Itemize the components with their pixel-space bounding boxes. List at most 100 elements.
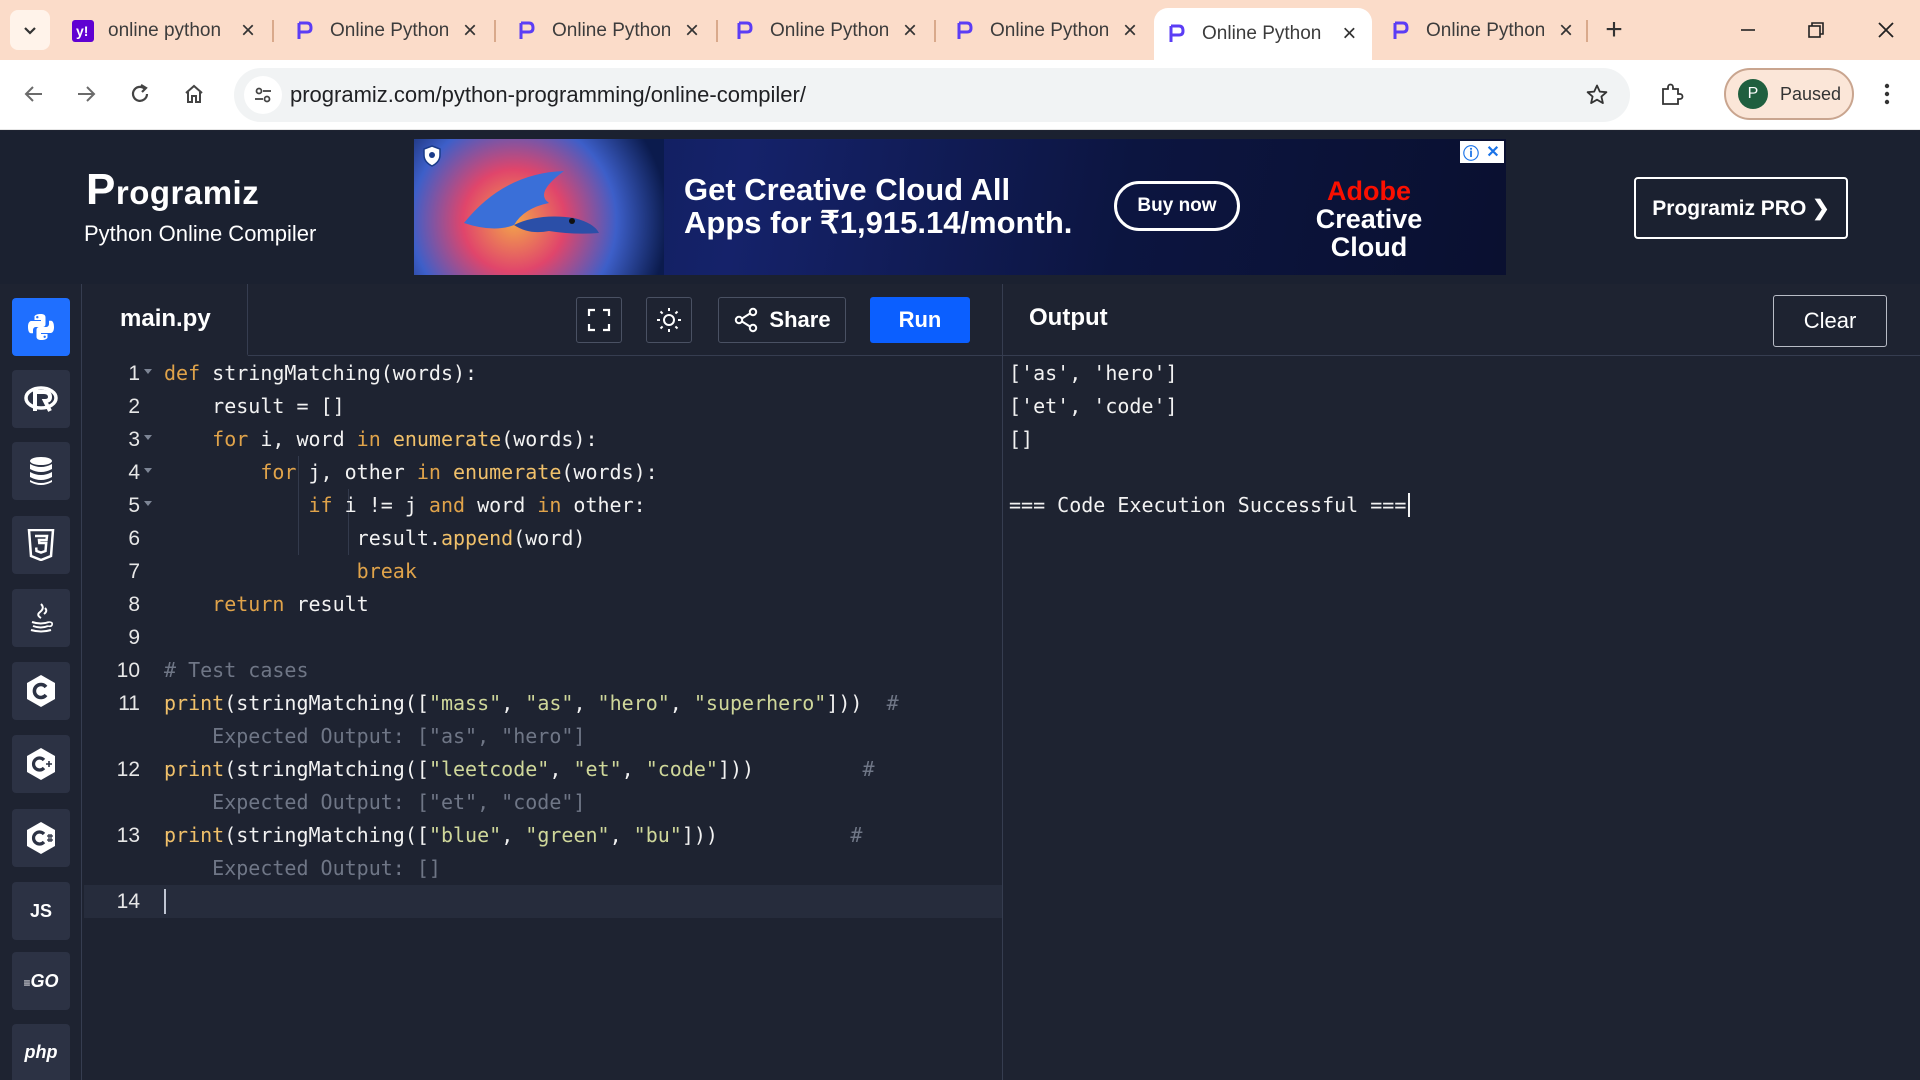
fold-arrow-icon[interactable] — [144, 369, 152, 374]
sidebar-item-python[interactable] — [12, 298, 70, 356]
arrow-right-icon — [78, 86, 96, 102]
sidebar-item-sql[interactable] — [12, 442, 70, 500]
sidebar-item-html[interactable] — [12, 516, 70, 574]
browser-tab-5[interactable]: Online Python × — [942, 8, 1152, 54]
close-tab-icon[interactable]: × — [682, 17, 702, 44]
browser-menu-button[interactable] — [1872, 74, 1902, 114]
close-tab-icon[interactable]: × — [238, 17, 258, 44]
fullscreen-button[interactable] — [576, 297, 622, 343]
share-button[interactable]: Share — [718, 297, 846, 343]
programiz-icon — [954, 20, 976, 42]
advertisement-banner[interactable]: Get Creative Cloud All Apps for ₹1,915.1… — [414, 139, 1506, 275]
code-line-14-active: 14 — [84, 885, 1002, 918]
tab-title: Online Python — [330, 20, 449, 41]
close-tab-icon[interactable]: × — [1120, 17, 1140, 44]
arrow-left-icon — [24, 86, 42, 102]
code-line-13-wrap: Expected Output: [] — [164, 856, 441, 880]
sun-icon — [657, 308, 681, 332]
tab-separator — [272, 20, 274, 42]
ad-info-icon[interactable]: ⓘ — [1460, 141, 1482, 163]
back-button[interactable] — [14, 74, 54, 114]
fold-arrow-icon[interactable] — [144, 501, 152, 506]
sidebar-item-r[interactable] — [12, 370, 70, 428]
editor-toolbar: main.py Share Run — [84, 284, 1002, 356]
tab-title: online python — [108, 20, 222, 41]
sidebar-item-cpp[interactable] — [12, 735, 70, 793]
run-button[interactable]: Run — [870, 297, 970, 343]
output-console[interactable]: ['as', 'hero'] ['et', 'code'] [] === Cod… — [1003, 357, 1920, 1080]
clear-button[interactable]: Clear — [1773, 295, 1887, 347]
sidebar-item-c[interactable] — [12, 662, 70, 720]
text-cursor — [164, 889, 166, 914]
site-info-button[interactable] — [244, 76, 282, 114]
programiz-logo[interactable]: Programiz — [86, 165, 259, 215]
programiz-icon — [1390, 20, 1412, 42]
extensions-button[interactable] — [1652, 74, 1692, 114]
home-button[interactable] — [174, 74, 214, 114]
output-header: Output Clear — [1003, 284, 1920, 356]
profile-button[interactable]: P Paused — [1724, 68, 1854, 120]
forward-button[interactable] — [66, 74, 106, 114]
tab-search-button[interactable] — [10, 10, 50, 50]
ad-controls: ⓘ ✕ — [1460, 141, 1504, 163]
tab-title: Online Python — [1426, 20, 1545, 41]
restore-button[interactable] — [1790, 8, 1842, 52]
reload-button[interactable] — [120, 74, 160, 114]
fullscreen-icon — [587, 308, 611, 332]
address-bar[interactable]: programiz.com/python-programming/online-… — [234, 68, 1630, 122]
database-icon — [30, 457, 52, 485]
file-tab-main[interactable]: main.py — [84, 284, 248, 356]
ad-close-icon[interactable]: ✕ — [1482, 141, 1504, 163]
browser-tab-2[interactable]: Online Python × — [282, 8, 492, 54]
close-tab-icon[interactable]: × — [460, 17, 480, 44]
browser-tab-3[interactable]: Online Python × — [504, 8, 714, 54]
browser-tab-6-active[interactable]: Online Python × — [1154, 8, 1372, 60]
new-tab-button[interactable]: + — [1596, 12, 1632, 48]
code-line-2: 2 result = [] — [128, 394, 345, 418]
python-icon — [28, 314, 54, 340]
code-line-12-wrap: Expected Output: ["et", "code"] — [164, 790, 586, 814]
fold-arrow-icon[interactable] — [144, 468, 152, 473]
browser-tabstrip: y! online python × Online Python × Onlin… — [0, 0, 1920, 60]
r-icon — [24, 386, 58, 412]
sidebar-item-java[interactable] — [12, 589, 70, 647]
close-tab-icon[interactable]: × — [1556, 17, 1576, 44]
code-line-9: 9 — [128, 626, 140, 649]
tab-separator — [494, 20, 496, 42]
close-tab-icon[interactable]: × — [900, 17, 920, 44]
theme-toggle-button[interactable] — [646, 297, 692, 343]
ad-buy-now-button[interactable]: Buy now — [1114, 181, 1240, 231]
ad-headline: Get Creative Cloud All Apps for ₹1,915.1… — [684, 172, 1073, 240]
language-sidebar: JS ≡GO php — [0, 284, 82, 1080]
browser-tab-4[interactable]: Online Python × — [722, 8, 932, 54]
browser-tab-7[interactable]: Online Python × — [1378, 8, 1588, 54]
sidebar-item-php[interactable]: php — [12, 1024, 70, 1080]
page-subtitle: Python Online Compiler — [84, 221, 317, 246]
programiz-pro-button[interactable]: Programiz PRO ❯ — [1634, 177, 1848, 239]
sidebar-item-csharp[interactable] — [12, 809, 70, 867]
code-line-11-wrap: Expected Output: ["as", "hero"] — [164, 724, 586, 748]
more-vertical-icon — [1884, 83, 1890, 105]
close-icon — [1878, 22, 1894, 38]
avatar: P — [1738, 79, 1768, 109]
code-editor[interactable]: 1 def stringMatching(words): 2 result = … — [84, 357, 1002, 1080]
browser-toolbar: programiz.com/python-programming/online-… — [0, 60, 1920, 130]
close-tab-icon[interactable]: × — [1339, 20, 1360, 47]
fold-arrow-icon[interactable] — [144, 435, 152, 440]
code-line-3: 3 for i, word in enumerate(words): — [128, 427, 598, 451]
site-header: Programiz Python Online Compiler Get Cre… — [0, 131, 1920, 284]
url-text[interactable]: programiz.com/python-programming/online-… — [290, 82, 806, 108]
browser-tab-1[interactable]: y! online python × — [60, 8, 270, 54]
js-icon: JS — [29, 900, 53, 921]
cpp-icon — [27, 748, 55, 780]
output-status-line: === Code Execution Successful === — [1009, 489, 1411, 522]
minimize-button[interactable] — [1722, 8, 1774, 52]
star-icon — [1586, 84, 1608, 104]
close-window-button[interactable] — [1860, 8, 1912, 52]
puzzle-icon — [1662, 83, 1684, 105]
tab-separator — [934, 20, 936, 42]
bookmark-button[interactable] — [1582, 80, 1612, 110]
sidebar-item-javascript[interactable]: JS — [12, 882, 70, 940]
sidebar-item-go[interactable]: ≡GO — [12, 952, 70, 1010]
programiz-icon — [1166, 23, 1188, 45]
